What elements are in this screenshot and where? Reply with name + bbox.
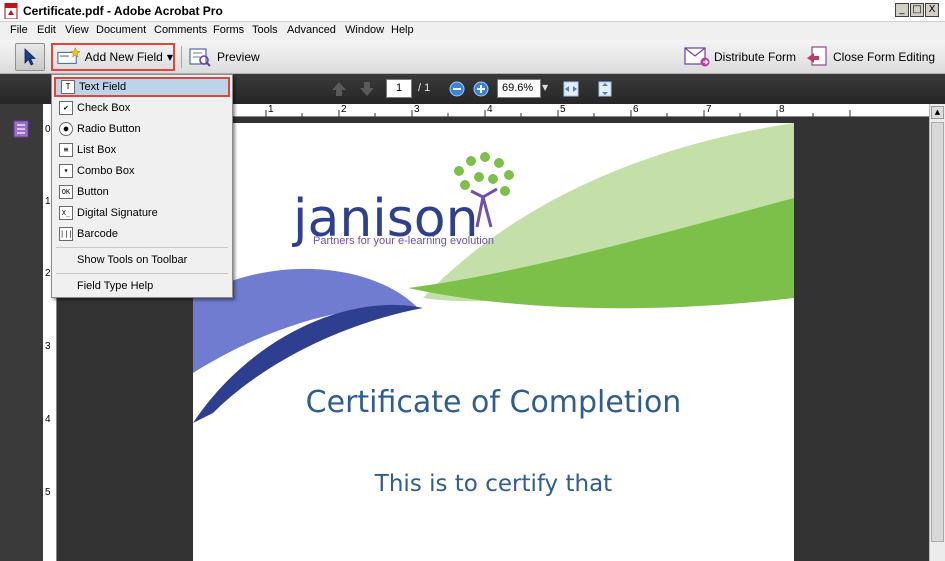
zoom-dropdown-icon[interactable]: ▼ [542,83,548,92]
maximize-button[interactable]: □ [910,3,924,17]
zoom-out-icon[interactable] [448,80,466,98]
menu-window[interactable]: Window [345,24,384,36]
menu-comments[interactable]: Comments [154,24,207,36]
title-bar: Certificate.pdf - Adobe Acrobat Pro _ □ … [0,0,945,22]
preview-button[interactable]: Preview [186,43,260,71]
menu-item-field-type-help[interactable]: Field Type Help [54,276,230,296]
combo-box-icon: ▾ [59,164,73,178]
vruler-tick-label: 3 [45,341,51,352]
menu-advanced[interactable]: Advanced [287,24,336,36]
certificate-heading: Certificate of Completion [305,385,682,420]
menu-item-check-box[interactable]: ✔ Check Box [54,98,230,118]
menu-forms[interactable]: Forms [213,24,244,36]
scroll-up-icon[interactable]: ▲ [931,106,944,119]
digital-signature-icon: X_ [59,206,73,220]
horizontal-ruler: 1 2 3 4 5 6 7 8 [230,104,930,117]
preview-label: Preview [217,50,260,64]
close-form-editing-label: Close Form Editing [833,50,936,64]
menu-item-barcode[interactable]: ||| Barcode [54,224,230,244]
distribute-form-label: Distribute Form [714,50,797,64]
menu-item-label: Combo Box [77,165,135,177]
menu-separator [56,247,228,248]
menu-document[interactable]: Document [96,24,146,36]
fit-page-icon[interactable] [596,80,614,98]
menu-item-label: List Box [77,144,117,156]
vruler-tick-label: 4 [45,414,51,425]
close-form-editing-icon [807,46,827,66]
forms-toolbar: Add New Field ▼ Preview Distribute Form [0,40,945,74]
fit-width-icon[interactable] [562,80,580,98]
menu-file[interactable]: File [10,24,28,36]
page-total: / 1 [418,82,431,94]
zoom-in-icon[interactable] [472,80,490,98]
menu-tools[interactable]: Tools [252,24,278,36]
menu-item-radio-button[interactable]: ● Radio Button [54,119,230,139]
list-box-icon: ≡ [59,143,73,157]
barcode-icon: ||| [59,227,73,241]
arrow-cursor-icon [24,48,37,66]
select-object-tool[interactable] [15,43,45,71]
toolbar-divider [181,46,182,68]
minimize-button[interactable]: _ [895,3,909,17]
menu-item-label: Digital Signature [77,207,158,219]
menu-item-label: Barcode [77,228,118,240]
close-form-editing-button[interactable]: Close Form Editing [806,43,935,71]
menu-item-combo-box[interactable]: ▾ Combo Box [54,161,230,181]
pdf-file-icon [4,3,18,19]
menu-item-list-box[interactable]: ≡ List Box [54,140,230,160]
check-box-icon: ✔ [59,101,73,115]
dropdown-arrow-icon: ▼ [166,52,173,62]
text-field-icon: T [61,80,75,94]
menu-item-label: Text Field [79,81,127,93]
button-field-icon: OK [59,185,73,199]
vruler-tick-label: 1 [45,196,51,207]
menu-bar: File Edit View Document Comments Forms T… [0,22,945,40]
radio-button-icon: ● [59,122,73,136]
distribute-form-button[interactable]: Distribute Form [683,43,796,71]
menu-edit[interactable]: Edit [37,24,56,36]
preview-icon [189,48,211,67]
menu-help[interactable]: Help [391,24,414,36]
menu-item-label: Button [77,186,109,198]
zoom-level-input[interactable]: 69.6% [497,79,541,98]
menu-item-show-tools-on-toolbar[interactable]: Show Tools on Toolbar [54,250,230,270]
fields-panel-icon[interactable] [13,120,29,138]
window-title: Certificate.pdf - Adobe Acrobat Pro [23,4,223,18]
scrollbar-thumb[interactable] [931,122,944,542]
add-field-icon [57,47,81,64]
certificate-subheading: This is to certify that [374,471,613,497]
hruler-ticks [265,110,851,117]
page-number-input[interactable]: 1 [386,79,412,98]
vruler-tick-label: 0 [45,124,51,135]
menu-item-label: Check Box [77,102,131,114]
next-page-icon[interactable] [358,80,376,98]
previous-page-icon[interactable] [330,80,348,98]
menu-view[interactable]: View [65,24,89,36]
close-window-button[interactable]: X [925,3,939,17]
navigation-panel [0,104,43,561]
menu-item-label: Radio Button [77,123,141,135]
add-field-dropdown-menu: T Text Field ✔ Check Box ● Radio Button … [51,74,233,298]
menu-item-text-field[interactable]: T Text Field [54,77,230,97]
acrobat-window: Certificate.pdf - Adobe Acrobat Pro _ □ … [0,0,945,561]
menu-item-digital-signature[interactable]: X_ Digital Signature [54,203,230,223]
vruler-tick-label: 2 [45,268,51,279]
distribute-form-icon [684,47,710,67]
add-new-field-button[interactable]: Add New Field ▼ [51,43,175,71]
menu-item-button[interactable]: OK Button [54,182,230,202]
janison-tagline: Partners for your e-learning evolution [313,235,494,247]
menu-separator [56,273,228,274]
pdf-page: janison Partners for your e-learning evo… [193,123,794,561]
add-new-field-label: Add New Field [84,50,163,64]
vruler-tick-label: 5 [45,487,51,498]
vertical-scrollbar[interactable]: ▲ [929,104,945,561]
